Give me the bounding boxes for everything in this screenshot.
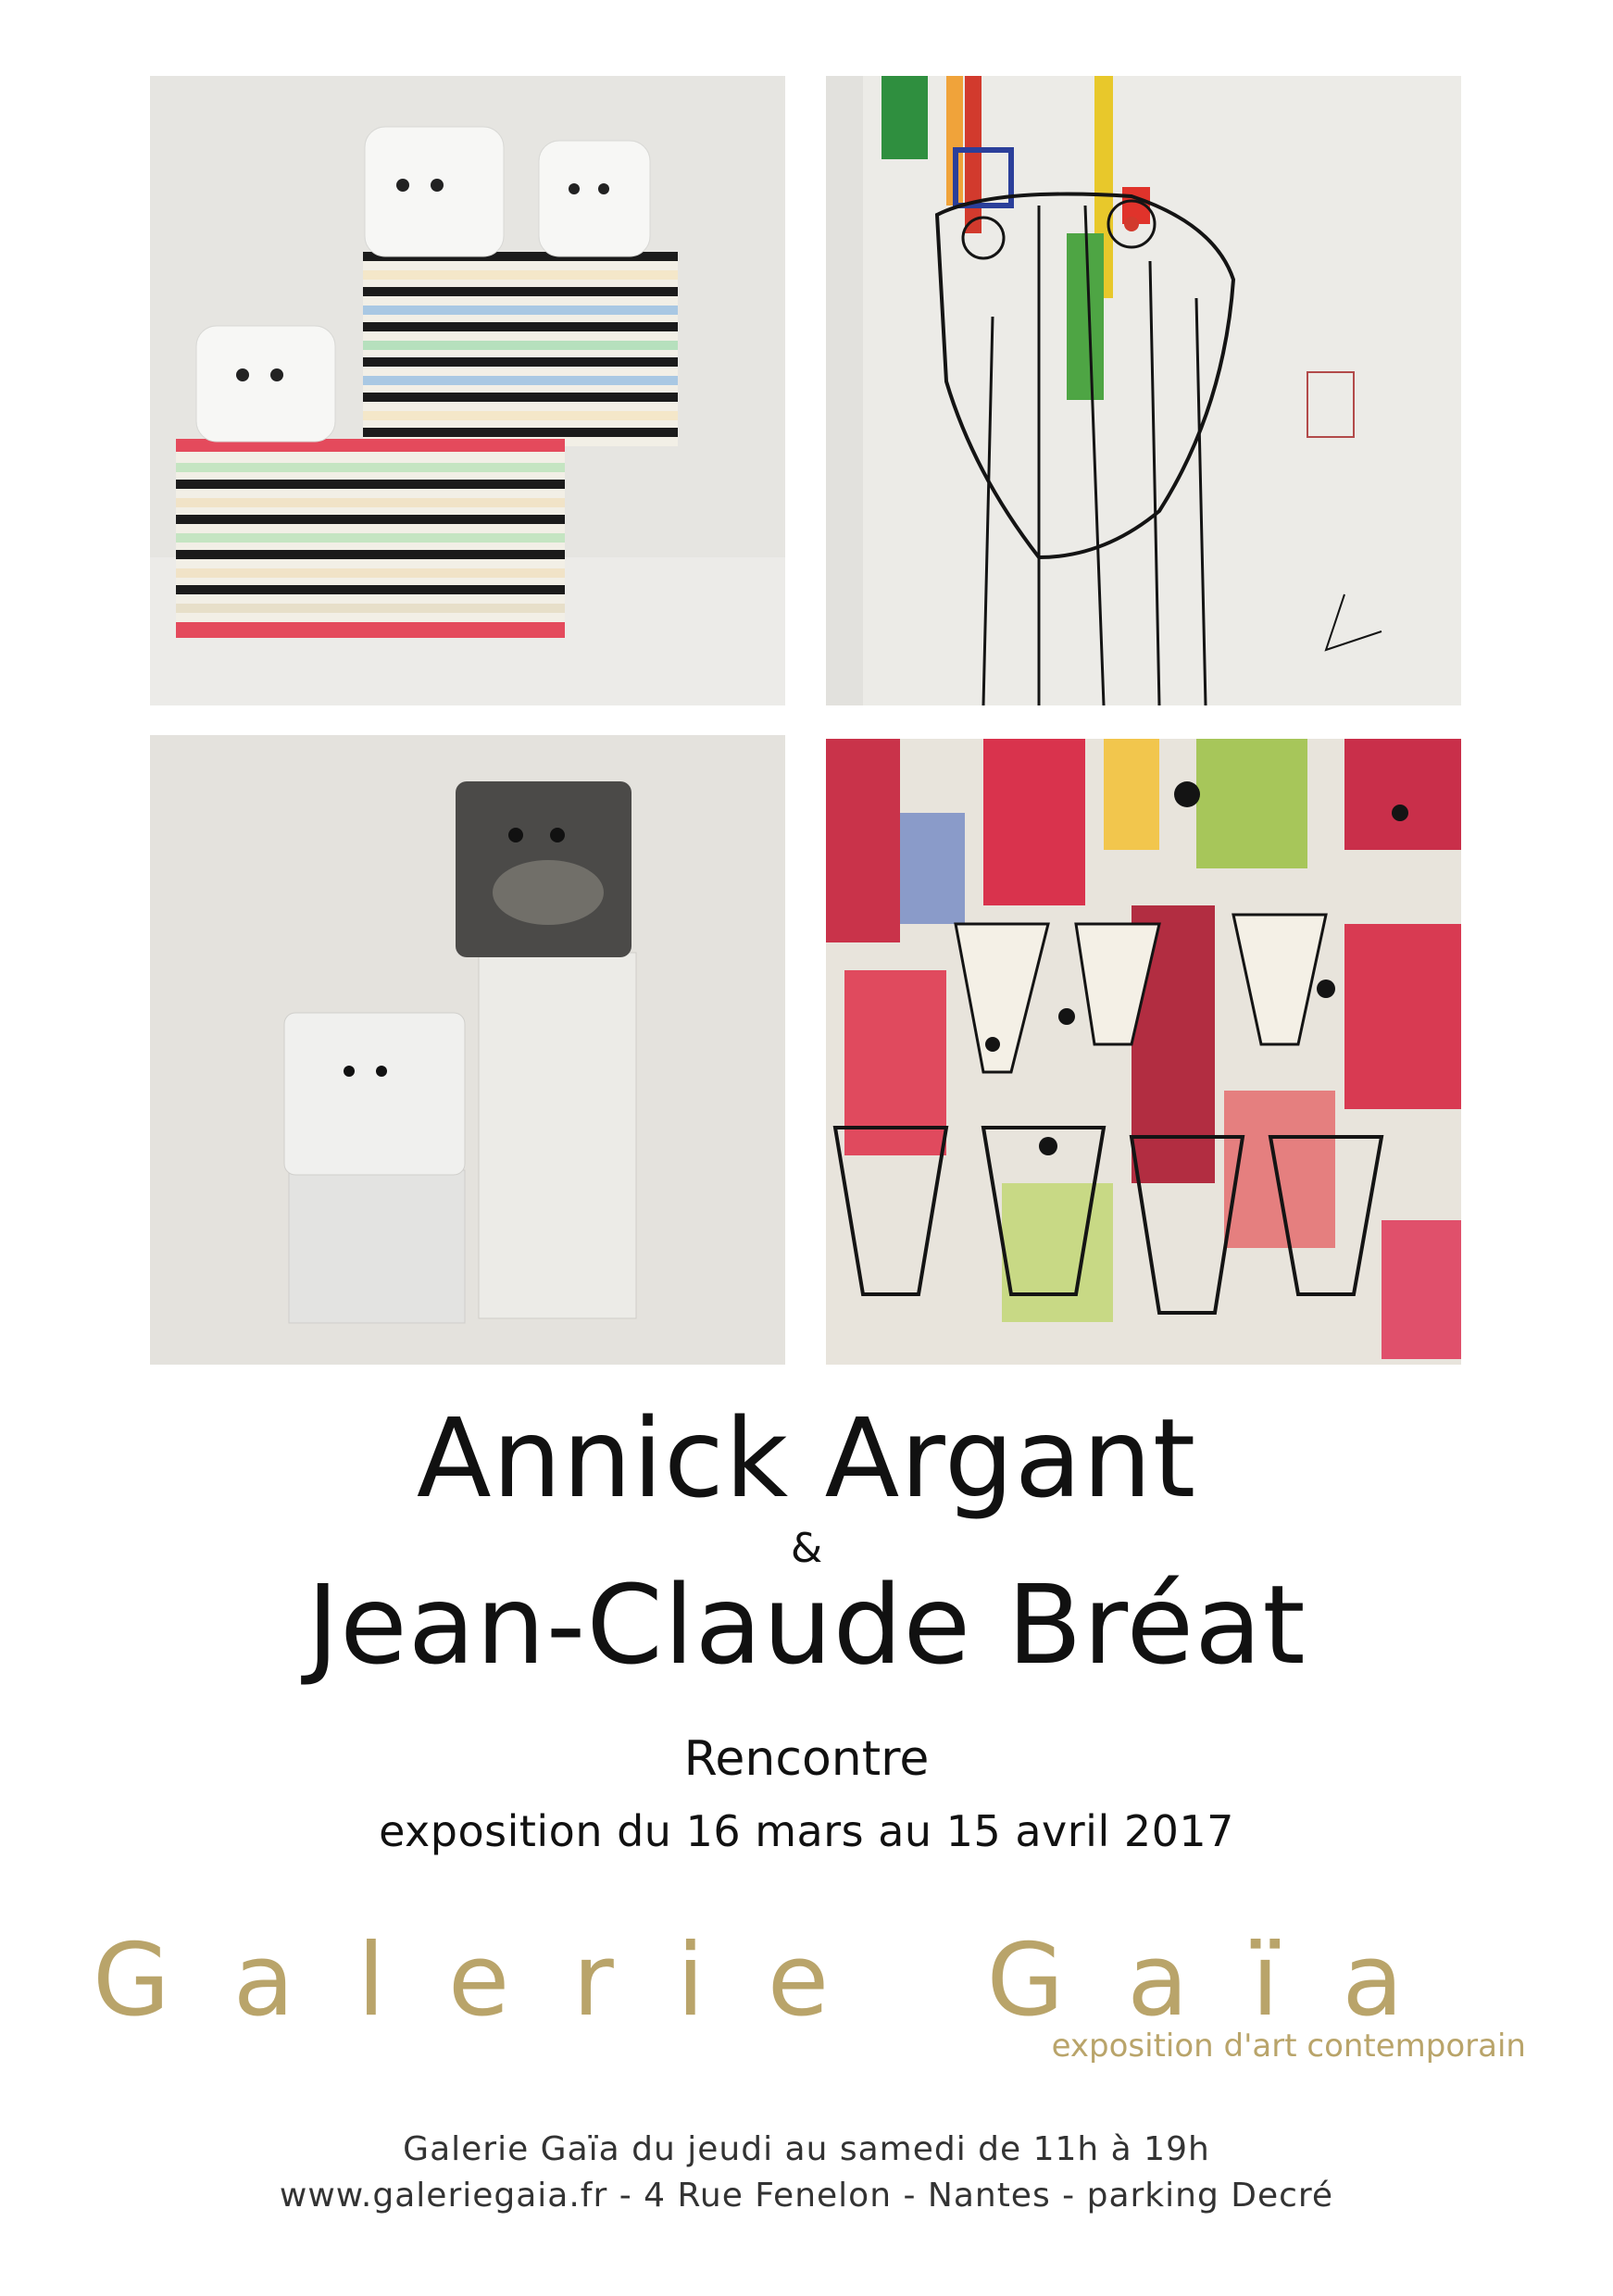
painting-crowd-faces [826, 739, 1461, 1365]
sculpture-photo-striped-blocks [150, 76, 785, 705]
exhibition-dates: exposition du 16 mars au 15 avril 2017 [379, 1806, 1234, 1856]
gallery-address: www.galeriegaia.fr - 4 Rue Fenelon - Nan… [279, 2177, 1334, 2215]
artist-name-first: Annick Argant [416, 1394, 1197, 1522]
gallery-tagline: exposition d'art contemporain [1051, 2028, 1526, 2065]
artist-name-second: Jean-Claude Bréat [306, 1561, 1307, 1689]
gallery-hours: Galerie Gaïa du jeudi au samedi de 11h à… [403, 2130, 1210, 2168]
sculpture-photo-ceramic-figures [150, 735, 785, 1365]
painting-abstract-face [826, 76, 1461, 705]
exhibition-title: Rencontre [683, 1731, 930, 1787]
gallery-logo-name: Galerie Gaïa [93, 1923, 1467, 2039]
